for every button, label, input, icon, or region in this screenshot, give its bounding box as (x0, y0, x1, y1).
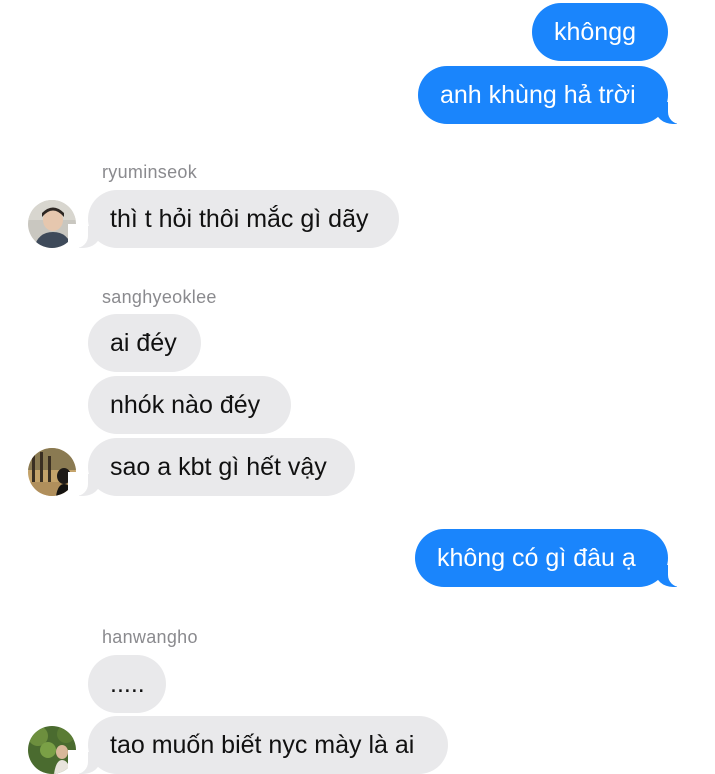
received-message-bubble[interactable]: sao a kbt gì hết vậy (68, 438, 355, 496)
sent-message-bubble[interactable]: anh khùng hả trời (418, 66, 688, 124)
received-message-bubble[interactable]: thì t hỏi thôi mắc gì dãy (68, 190, 399, 248)
received-message-bubble[interactable]: nhók nào đéy (88, 376, 291, 434)
sent-message-bubble[interactable]: không có gì đâu ạ (415, 529, 688, 587)
sender-name: ryuminseok (102, 162, 198, 182)
sent-message-bubble[interactable]: khôngg (532, 3, 668, 61)
sender-name: hanwangho (102, 627, 198, 647)
received-message-bubble[interactable]: ..... (88, 655, 166, 713)
received-message-bubble[interactable]: tao muốn biết nyc mày là ai (68, 716, 448, 774)
sender-name: sanghyeoklee (102, 287, 217, 307)
received-message-bubble[interactable]: ai đéy (88, 314, 201, 372)
